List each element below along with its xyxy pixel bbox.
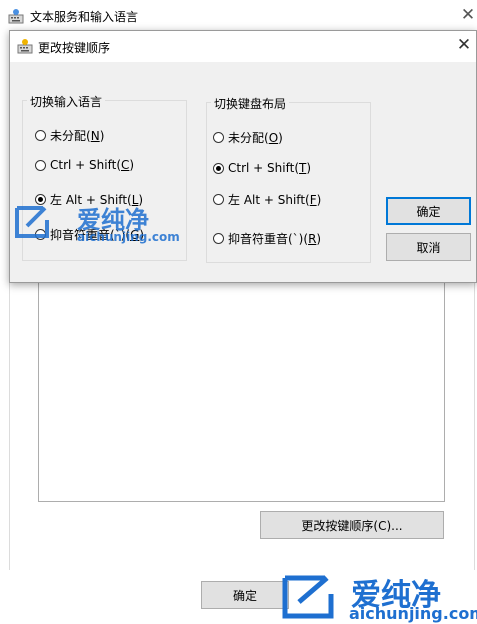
watermark-domain: aichunjing.com — [349, 604, 477, 623]
watermark-logo-icon — [282, 575, 334, 619]
background-titlebar: 文本服务和输入语言 ✕ — [0, 0, 477, 32]
keyboard-app-icon — [8, 9, 24, 24]
layout-option-ctrl-shift[interactable]: Ctrl + Shift(T) — [213, 161, 311, 175]
option-label: Ctrl + Shift — [228, 161, 295, 175]
option-label: Ctrl + Shift — [50, 158, 117, 172]
dialog-ok-label: 确定 — [416, 204, 441, 219]
radio-button[interactable] — [213, 132, 224, 143]
option-access-key: R — [308, 231, 317, 246]
background-close-icon[interactable]: ✕ — [460, 5, 476, 25]
background-ok-label: 确定 — [232, 588, 257, 603]
option-access-key: F — [309, 192, 317, 207]
option-access-key: O — [268, 130, 279, 145]
option-label: 左 Alt + Shift — [228, 193, 306, 207]
layout-option-grave-accent[interactable]: 抑音符重音(`)(R) — [213, 230, 321, 247]
option-label: 抑音符重音(`) — [228, 232, 304, 246]
watermark-domain: aichunjing.com — [77, 230, 180, 244]
dialog-cancel-label: 取消 — [416, 240, 441, 255]
keyboard-layout-group-title: 切换键盘布局 — [211, 95, 290, 112]
installed-services-list[interactable] — [38, 282, 445, 502]
radio-button-checked[interactable] — [213, 162, 224, 174]
dialog-close-icon[interactable]: ✕ — [456, 35, 472, 55]
dialog-ok-button[interactable]: 确定 — [386, 197, 471, 225]
option-label: 未分配 — [50, 129, 87, 143]
change-key-sequence-label: 更改按键顺序(C)... — [301, 518, 403, 533]
input-lang-option-unassigned[interactable]: 未分配(N) — [35, 127, 104, 144]
input-language-group-title: 切换输入语言 — [27, 93, 106, 110]
radio-button[interactable] — [213, 194, 224, 205]
layout-option-left-alt-shift[interactable]: 左 Alt + Shift(F) — [213, 191, 321, 208]
option-access-key: T — [299, 161, 307, 175]
background-window-title: 文本服务和输入语言 — [30, 10, 139, 24]
watermark-logo-large: 爱纯净 aichunjing.com — [279, 570, 477, 624]
watermark-logo-icon — [15, 206, 49, 238]
dialog-title: 更改按键顺序 — [38, 41, 111, 55]
dialog-cancel-button[interactable]: 取消 — [386, 233, 471, 261]
background-ok-button[interactable]: 确定 — [201, 581, 289, 609]
option-access-key: N — [90, 128, 100, 143]
keyboard-app-icon — [17, 39, 33, 54]
layout-option-unassigned[interactable]: 未分配(O) — [213, 129, 283, 146]
radio-button[interactable] — [213, 233, 224, 244]
dialog-titlebar: 更改按键顺序 ✕ — [10, 31, 476, 62]
input-lang-option-ctrl-shift[interactable]: Ctrl + Shift(C) — [35, 158, 134, 172]
watermark-logo: 爱纯净 aichunjing.com — [13, 200, 183, 248]
radio-button[interactable] — [35, 159, 46, 171]
change-key-sequence-button[interactable]: 更改按键顺序(C)... — [260, 511, 444, 539]
radio-button[interactable] — [35, 130, 46, 141]
option-access-key: C — [121, 158, 130, 172]
option-label: 未分配 — [228, 131, 265, 145]
